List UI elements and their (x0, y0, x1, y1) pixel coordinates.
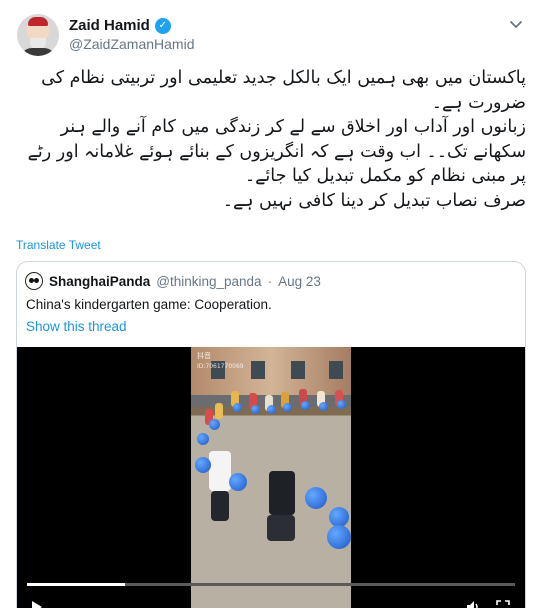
child-figure (209, 451, 231, 491)
tweet-text: پاکستان میں بھی ہمیں ایک بالکل جدید تعلی… (27, 68, 526, 211)
ball (195, 457, 211, 473)
ball (305, 487, 327, 509)
building-window (251, 361, 265, 379)
ball (267, 405, 276, 414)
ball (283, 403, 292, 412)
child-figure (215, 403, 223, 419)
quoted-tweet[interactable]: ShanghaiPanda @thinking_panda · Aug 23 C… (16, 261, 526, 608)
building-window (329, 361, 343, 379)
video-frame: 抖音 ID:7061770069 (191, 347, 351, 608)
quoted-date: Aug 23 (278, 273, 321, 289)
ball (197, 433, 209, 445)
avatar-shirt (20, 48, 56, 56)
avatar-cap (28, 17, 48, 26)
ball (233, 403, 242, 412)
translate-tweet-link[interactable]: Translate Tweet (16, 238, 101, 252)
video-watermark-id: ID:7061770069 (197, 363, 244, 370)
video-progress-fill (27, 583, 125, 586)
quoted-header: ShanghaiPanda @thinking_panda · Aug 23 (25, 272, 321, 290)
chevron-down-icon[interactable] (507, 15, 525, 33)
author-handle[interactable]: @ZaidZamanHamid (69, 36, 194, 52)
video-building (191, 347, 351, 395)
fullscreen-icon[interactable] (495, 599, 511, 608)
ball (301, 401, 310, 410)
author-display-name[interactable]: Zaid Hamid (69, 17, 150, 34)
ball (209, 419, 220, 430)
ball (319, 402, 328, 411)
ball (229, 473, 247, 491)
ball (251, 405, 260, 414)
show-thread-link[interactable]: Show this thread (26, 319, 127, 334)
author-name-row: Zaid Hamid ✓ (69, 17, 171, 34)
quoted-avatar (25, 272, 43, 290)
child-figure (269, 471, 295, 515)
ball (329, 507, 349, 527)
quoted-handle: @thinking_panda (156, 273, 262, 289)
verified-badge-icon: ✓ (154, 17, 171, 34)
child-figure (267, 515, 295, 541)
child-figure (211, 491, 229, 521)
video-controls (17, 595, 525, 608)
quoted-text: China's kindergarten game: Cooperation. (26, 297, 272, 312)
video-watermark: 抖音 (197, 352, 211, 360)
ball (327, 525, 351, 549)
volume-icon[interactable] (465, 599, 481, 608)
quoted-display-name: ShanghaiPanda (49, 273, 151, 289)
author-avatar[interactable] (17, 14, 59, 56)
quoted-separator: · (267, 273, 273, 289)
tweet-card: Zaid Hamid ✓ @ZaidZamanHamid پاکستان میں… (0, 0, 540, 608)
building-window (291, 361, 305, 379)
ball (337, 400, 346, 409)
play-icon[interactable] (29, 599, 45, 608)
video-progress-bar[interactable] (27, 583, 515, 586)
video-player[interactable]: 抖音 ID:7061770069 (17, 347, 525, 608)
